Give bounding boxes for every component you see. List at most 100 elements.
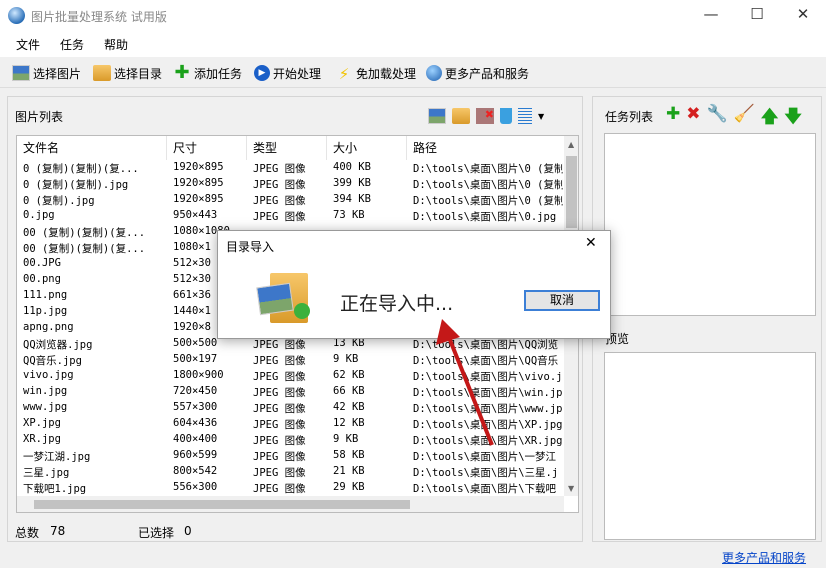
folder-import-icon (256, 273, 312, 325)
cell-name: 00 (复制)(复制)(复... (23, 227, 146, 239)
total-count: 78 (50, 524, 66, 538)
cell-size: 73 KB (333, 209, 365, 221)
add-task-icon[interactable]: ✚ (666, 104, 680, 133)
cell-name: 下载吧1.jpg (23, 483, 87, 495)
cell-size: 400 KB (333, 161, 371, 173)
trash-icon[interactable] (500, 108, 512, 124)
cell-path: D:\tools\桌面\图片\下载吧 (413, 483, 557, 495)
selected-count: 0 (184, 524, 192, 538)
more-products-link[interactable]: 更多产品和服务 (722, 549, 806, 566)
column-header-path[interactable]: 路径 (407, 136, 564, 160)
label: 选择目录 (114, 66, 163, 81)
cell-type: JPEG 图像 (253, 371, 306, 383)
select-folder-button[interactable]: 选择目录 (93, 63, 162, 83)
cell-path: D:\tools\桌面\图片\0.jpg (413, 211, 557, 223)
move-down-icon[interactable]: 🡇 (784, 104, 801, 133)
menu-file[interactable]: 文件 (16, 36, 40, 53)
cell-name: vivo.jpg (23, 369, 74, 381)
menu-task[interactable]: 任务 (60, 36, 84, 53)
cell-name: 00.png (23, 273, 61, 285)
start-processing-button[interactable]: ▶ 开始处理 (254, 63, 321, 83)
no-load-processing-button[interactable]: ⚡ 免加载处理 (335, 63, 416, 83)
delete-task-icon[interactable]: ✖ (686, 104, 700, 133)
column-header-size[interactable]: 尺寸 (167, 136, 247, 160)
cell-name: 0 (复制)(复制)(复... (23, 163, 139, 175)
table-row[interactable]: 0 (复制).jpg 1920×895 JPEG 图像 394 KB D:\tools\… (17, 192, 563, 208)
table-row[interactable]: 0 (复制)(复制).jpg 1920×895 JPEG 图像 399 KB D:\to… (17, 176, 563, 192)
label: 选择图片 (33, 66, 82, 81)
cell-name: 111.png (23, 289, 68, 301)
dialog-close-button[interactable]: ✕ (585, 235, 597, 251)
cell-dimensions: 400×400 (173, 433, 218, 445)
column-header-name[interactable]: 文件名 (17, 136, 167, 160)
red-arrow-annotation (436, 319, 494, 446)
cell-size: 58 KB (333, 449, 365, 461)
cell-dimensions: 500×197 (173, 353, 218, 365)
cell-type: JPEG 图像 (253, 339, 306, 351)
import-message: 正在导入中... (340, 293, 454, 315)
table-row[interactable]: 三星.jpg 800×542 JPEG 图像 21 KB D:\tools\桌面\图片\… (17, 464, 563, 480)
table-row[interactable]: 0.jpg 950×443 JPEG 图像 73 KB D:\tools\桌面\图片\0… (17, 208, 563, 224)
broom-icon[interactable]: 🧹 (734, 104, 755, 133)
add-image-icon[interactable] (428, 108, 446, 124)
cell-path: D:\tools\桌面\图片\0 (复制 (413, 179, 563, 191)
cell-size: 9 KB (333, 433, 359, 445)
cancel-button[interactable]: 取消 (524, 290, 600, 311)
cell-dimensions: 950×443 (173, 209, 218, 221)
image-icon (12, 65, 30, 81)
menu-help[interactable]: 帮助 (104, 36, 128, 53)
move-up-icon[interactable]: 🡅 (761, 104, 778, 133)
dropdown-arrow-icon[interactable]: ▼ (538, 112, 544, 121)
wrench-icon[interactable]: 🔧 (707, 104, 728, 133)
column-header-type[interactable]: 类型 (247, 136, 327, 160)
cell-size: 62 KB (333, 369, 365, 381)
cell-type: JPEG 图像 (253, 435, 306, 447)
minimize-button[interactable]: — (688, 0, 734, 31)
table-row[interactable]: 下载吧1.jpg 556×300 JPEG 图像 29 KB D:\tools\桌面\图… (17, 480, 563, 496)
cell-size: 29 KB (333, 481, 365, 493)
horizontal-scrollbar[interactable] (17, 496, 564, 512)
plus-icon: ✚ (174, 62, 190, 83)
cell-dimensions: 1920×895 (173, 177, 224, 189)
more-products-button[interactable]: 更多产品和服务 (426, 63, 529, 83)
cell-name: XR.jpg (23, 433, 61, 445)
cell-dimensions: 800×542 (173, 465, 218, 477)
cell-type: JPEG 图像 (253, 467, 306, 479)
maximize-button[interactable]: ☐ (734, 0, 780, 31)
table-row[interactable]: 0 (复制)(复制)(复... 1920×895 JPEG 图像 400 KB D:\t… (17, 160, 563, 176)
column-header-filesize[interactable]: 大小 (327, 136, 407, 160)
cell-name: 三星.jpg (23, 467, 70, 479)
cell-dimensions: 604×436 (173, 417, 218, 429)
dialog-title: 目录导入 (226, 240, 275, 254)
label: 开始处理 (273, 66, 322, 81)
close-button[interactable]: ✕ (780, 0, 826, 31)
list-view-icon[interactable] (518, 108, 532, 124)
table-row[interactable]: 一梦江湖.jpg 960×599 JPEG 图像 58 KB D:\tools\桌面\图… (17, 448, 563, 464)
cell-type: JPEG 图像 (253, 403, 306, 415)
remove-image-icon[interactable]: ✖ (476, 108, 494, 124)
cell-name: 0.jpg (23, 209, 55, 221)
app-icon (8, 7, 25, 24)
add-folder-icon[interactable] (452, 108, 470, 124)
cell-type: JPEG 图像 (253, 355, 306, 367)
cell-name: 一梦江湖.jpg (23, 451, 91, 463)
cell-size: 394 KB (333, 193, 371, 205)
label: 更多产品和服务 (445, 66, 530, 81)
cell-size: 21 KB (333, 465, 365, 477)
cell-dimensions: 1800×900 (173, 369, 224, 381)
cell-name: 00 (复制)(复制)(复... (23, 243, 146, 255)
cell-name: QQ音乐.jpg (23, 355, 82, 367)
task-list-box[interactable] (604, 133, 816, 316)
cell-type: JPEG 图像 (253, 419, 306, 431)
cell-name: XP.jpg (23, 417, 61, 429)
cell-size: 399 KB (333, 177, 371, 189)
cell-type: JPEG 图像 (253, 387, 306, 399)
cell-dimensions: 960×599 (173, 449, 218, 461)
globe-icon (426, 65, 442, 81)
cell-dimensions: 1920×895 (173, 193, 224, 205)
cell-type: JPEG 图像 (253, 195, 306, 207)
add-task-button[interactable]: ✚ 添加任务 (173, 63, 242, 83)
cell-path: D:\tools\桌面\图片\0 (复制 (413, 195, 563, 207)
cell-name: www.jpg (23, 401, 68, 413)
select-images-button[interactable]: 选择图片 (12, 63, 81, 83)
